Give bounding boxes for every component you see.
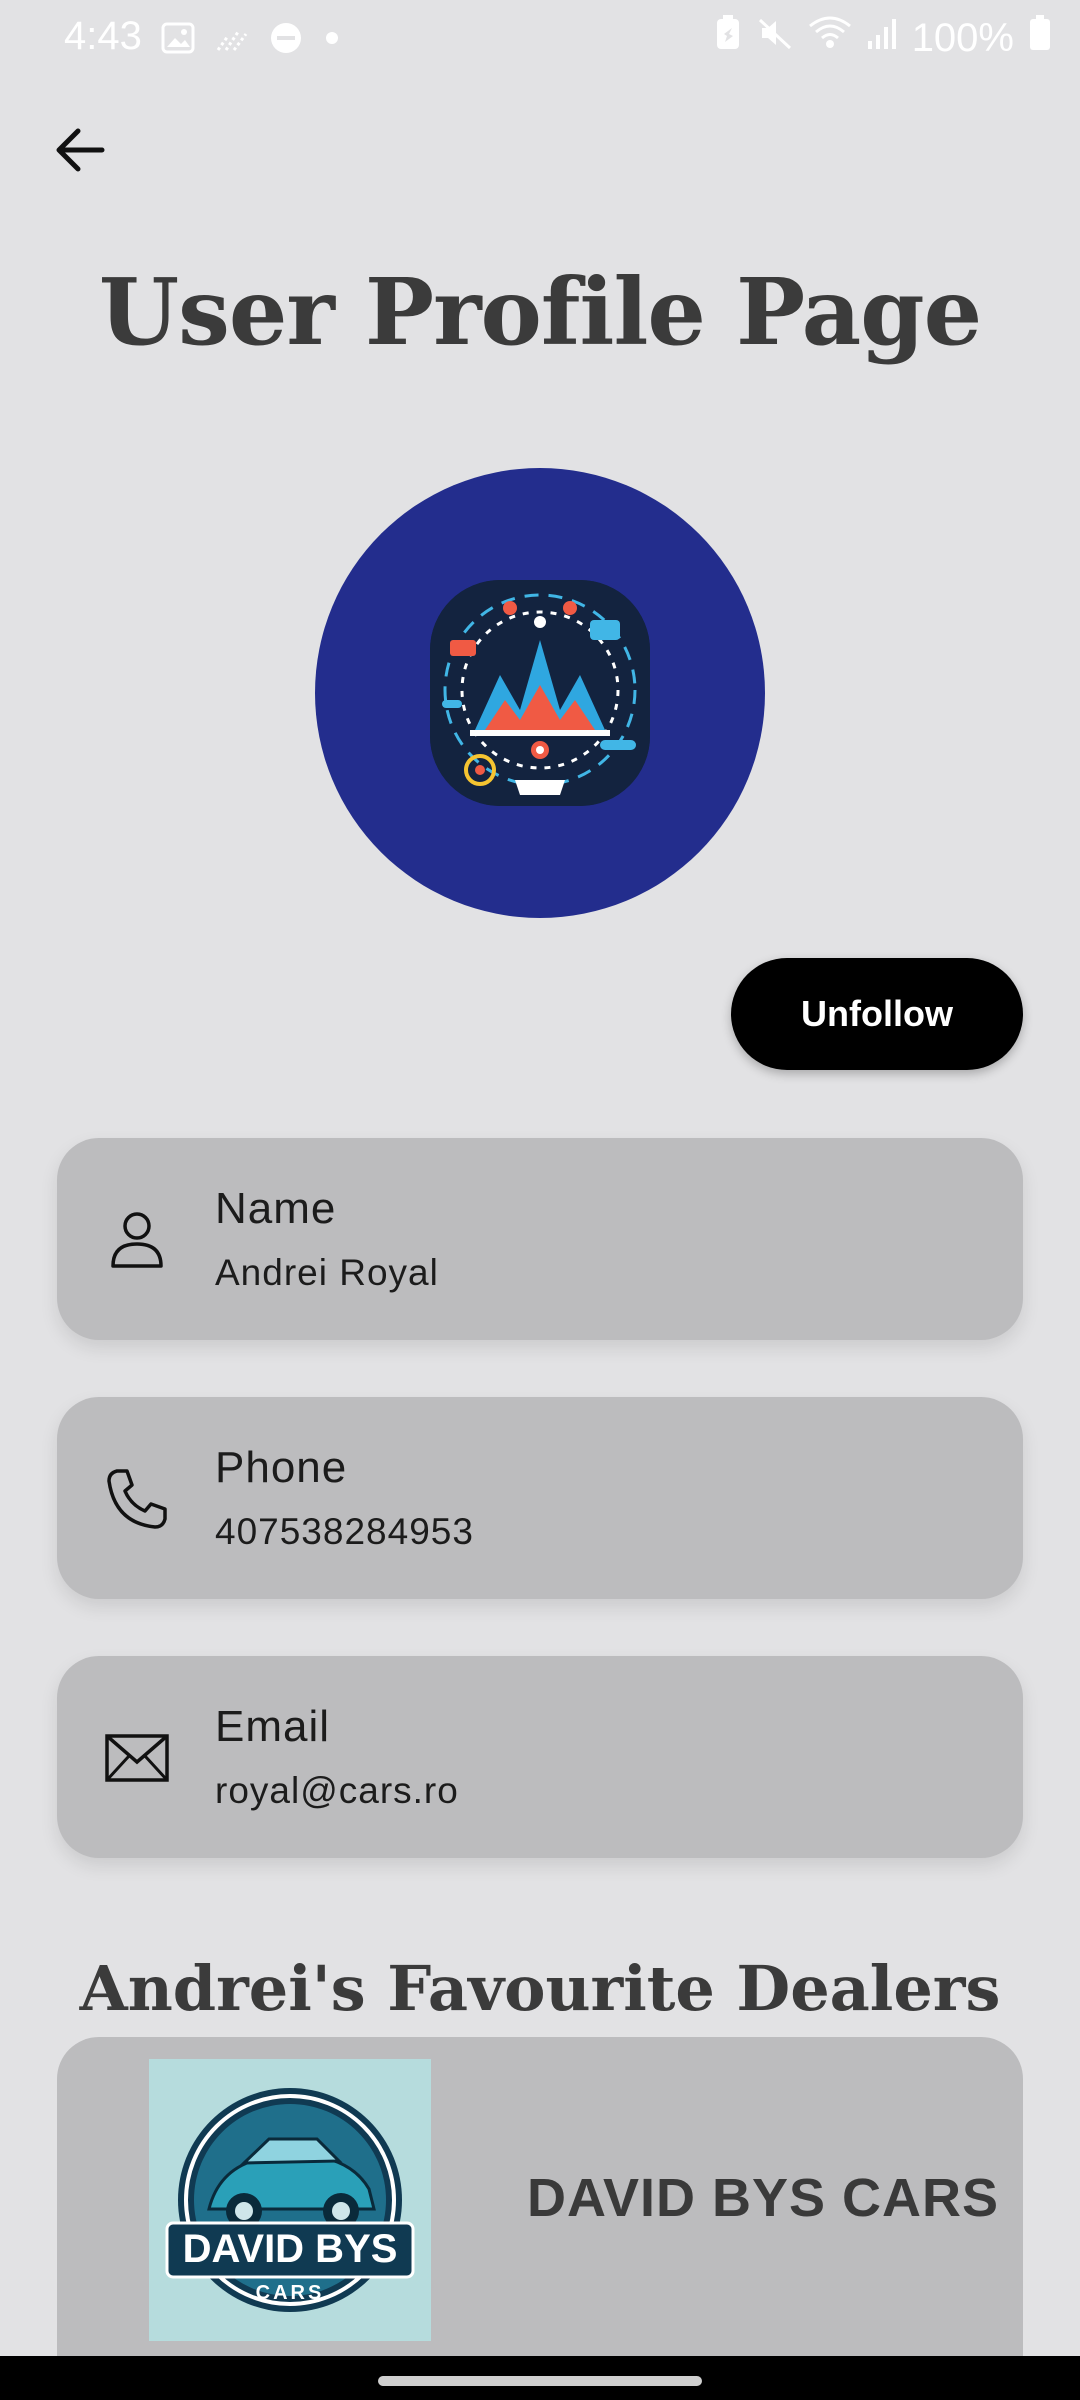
arrow-left-icon [56, 128, 105, 172]
signal-dots-icon [214, 20, 250, 61]
name-card: Name Andrei Royal [57, 1138, 1023, 1340]
battery-icon [1028, 14, 1052, 62]
mute-icon [756, 14, 794, 62]
dot-icon [322, 28, 342, 53]
wifi-icon [808, 14, 852, 62]
phone-card: Phone 407538284953 [57, 1397, 1023, 1599]
dealer-logo-main-text: DAVID BYS [183, 2227, 398, 2271]
status-time: 4:43 [64, 14, 142, 58]
avatar [315, 468, 765, 918]
person-icon [101, 1204, 173, 1276]
email-label: Email [215, 1702, 331, 1751]
battery-saver-icon [714, 14, 742, 62]
status-bar: 4:43 100% [0, 0, 1080, 80]
name-value: Andrei Royal [215, 1252, 439, 1293]
email-value: royal@cars.ro [215, 1770, 459, 1811]
phone-value: 407538284953 [215, 1511, 474, 1552]
unfollow-button[interactable]: Unfollow [731, 958, 1023, 1070]
phone-icon [101, 1463, 173, 1535]
dealer-card[interactable]: DAVID BYS CARS DAVID BYS CARS [57, 2037, 1023, 2357]
dealer-logo-sub-text: CARS [256, 2282, 325, 2304]
image-icon [160, 20, 196, 61]
home-handle[interactable] [378, 2376, 702, 2386]
email-card: Email royal@cars.ro [57, 1656, 1023, 1858]
do-not-disturb-icon [268, 20, 304, 61]
navigation-bar [0, 2356, 1080, 2400]
dealer-logo: DAVID BYS CARS [149, 2059, 431, 2341]
dealer-name: DAVID BYS CARS [527, 2168, 1000, 2228]
avatar-image [430, 580, 650, 806]
phone-label: Phone [215, 1443, 348, 1492]
favourite-dealers-title: Andrei's Favourite Dealers [79, 1952, 1001, 2025]
mail-icon [101, 1722, 173, 1794]
cell-signal-icon [866, 15, 898, 61]
page-title: User Profile Page [98, 258, 982, 366]
back-button[interactable] [48, 118, 112, 182]
name-label: Name [215, 1184, 337, 1233]
battery-percent: 100% [911, 15, 1014, 60]
